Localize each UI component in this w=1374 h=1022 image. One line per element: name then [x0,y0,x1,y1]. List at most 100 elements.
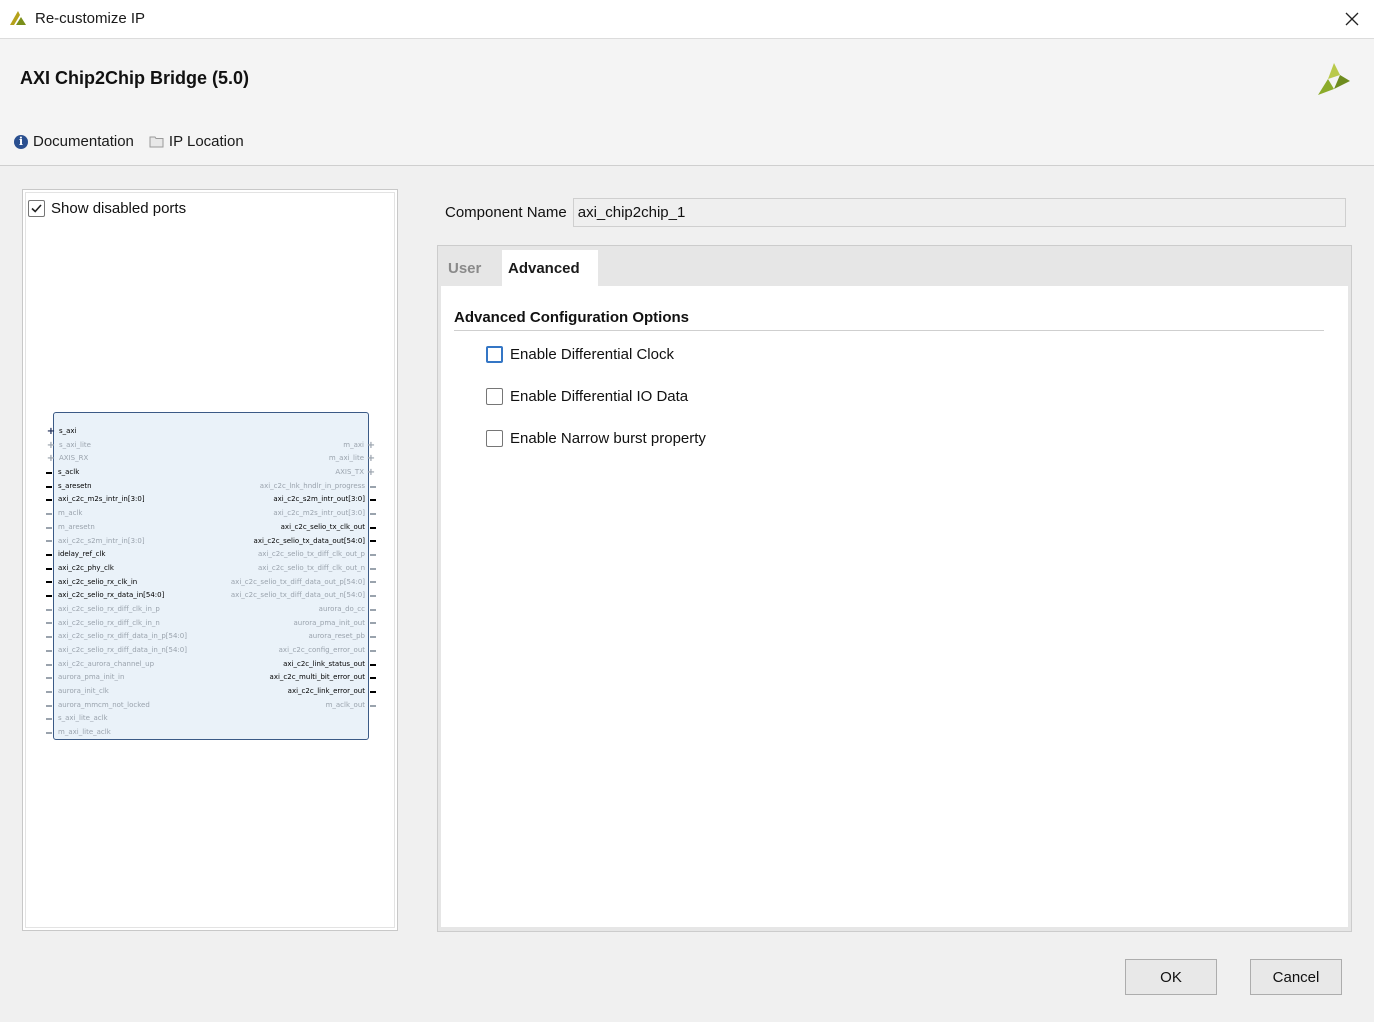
expand-bus-icon[interactable]: + [46,425,56,439]
port-label: aurora_pma_init_in [58,673,125,682]
checkbox-box[interactable] [28,200,45,217]
component-name-row: Component Name [445,198,1346,227]
port-label: m_axi_lite_aclk [58,728,111,737]
port-label: s_axi [59,427,77,435]
port-label: axi_c2c_s2m_intr_out[3:0] [273,495,365,504]
port-left-5: axi_c2c_m2s_intr_in[3:0] [46,493,187,507]
port-pin-icon [370,649,376,652]
port-right-12: axi_c2c_selio_tx_diff_data_out_n[54:0] [230,589,376,603]
port-label: axi_c2c_m2s_intr_out[3:0] [273,509,365,518]
port-label: axi_c2c_selio_rx_diff_data_in_n[54:0] [58,646,187,654]
port-pin-icon [370,704,376,707]
port-left-0: + s_axi [46,425,187,439]
show-disabled-ports-checkbox[interactable]: Show disabled ports [28,200,186,217]
port-pin-icon [46,499,52,502]
port-pin-icon [46,540,52,543]
window-title: Re-customize IP [35,10,146,27]
port-left-7: m_aresetn [46,521,187,535]
port-pin-icon [370,526,376,529]
component-name-label: Component Name [445,204,567,221]
close-icon [1345,12,1359,26]
port-pin-icon [46,731,52,734]
ok-button[interactable]: OK [1125,959,1217,995]
port-pin-icon [370,595,376,598]
tab-user[interactable]: User [448,250,481,286]
enable-differential-io-data-checkbox[interactable] [486,388,503,405]
port-pin-icon [46,567,52,570]
port-pin-icon [370,636,376,639]
port-pin-icon [370,622,376,625]
port-pin-icon [370,512,376,515]
port-left-9: idelay_ref_clk [46,548,187,562]
port-pin-icon [370,554,376,557]
port-label: s_aresetn [58,481,92,490]
port-label: axi_c2c_phy_clk [58,563,114,572]
vivado-app-icon [9,9,27,32]
expand-bus-icon[interactable]: + [366,452,376,466]
port-pin-icon [46,512,52,515]
documentation-link[interactable]: i Documentation [14,133,134,150]
port-left-3: s_aclk [46,466,187,480]
ip-location-link[interactable]: IP Location [149,133,244,150]
port-label: m_aclk_out [325,700,365,709]
port-pin-icon [46,608,52,611]
cancel-button[interactable]: Cancel [1250,959,1342,995]
port-pin-icon [370,608,376,611]
port-left-11: axi_c2c_selio_rx_clk_in [46,576,187,590]
enable-differential-clock-option[interactable]: Enable Differential Clock [486,346,674,363]
port-left-12: axi_c2c_selio_rx_data_in[54:0] [46,589,187,603]
port-right-6: axi_c2c_m2s_intr_out[3:0] [230,507,376,521]
port-label: axi_c2c_selio_tx_diff_data_out_n[54:0] [230,591,365,600]
expand-bus-icon[interactable]: + [46,439,56,453]
port-label: axi_c2c_link_status_out [283,659,365,668]
port-pin-icon [370,677,376,680]
enable-differential-io-data-label: Enable Differential IO Data [510,388,689,405]
port-right-15: aurora_reset_pb [230,630,376,644]
enable-differential-clock-checkbox[interactable] [486,346,503,363]
section-divider [454,330,1324,331]
port-pin-icon [46,663,52,666]
port-right-17: axi_c2c_link_status_out [230,658,376,672]
expand-bus-icon[interactable]: + [46,452,56,466]
component-name-input[interactable] [572,198,1346,227]
enable-narrow-burst-option[interactable]: Enable Narrow burst property [486,430,706,447]
port-left-2: + AXIS_RX [46,452,187,466]
port-label: m_aclk [58,509,83,518]
port-left-1: + s_axi_lite [46,439,187,453]
port-label: m_aresetn [58,522,95,531]
port-label: axi_c2c_link_error_out [287,687,365,696]
tab-advanced[interactable]: Advanced [502,250,598,286]
port-right-13: aurora_do_cc [230,603,376,617]
enable-differential-io-data-option[interactable]: Enable Differential IO Data [486,388,688,405]
port-label: axi_c2c_selio_rx_clk_in [58,577,138,586]
port-pin-icon [370,540,376,543]
port-label: s_axi_lite_aclk [58,714,108,723]
documentation-label: Documentation [33,133,134,150]
port-right-11: axi_c2c_selio_tx_diff_data_out_p[54:0] [230,576,376,590]
ip-header: AXI Chip2Chip Bridge (5.0) i Documentati… [0,39,1374,166]
expand-bus-icon[interactable]: + [366,466,376,480]
section-title: Advanced Configuration Options [454,309,689,326]
port-right-10: axi_c2c_selio_tx_diff_clk_out_n [230,562,376,576]
port-label: s_axi_lite [59,440,91,449]
port-label: aurora_init_clk [58,687,109,696]
enable-narrow-burst-checkbox[interactable] [486,430,503,447]
port-right-18: axi_c2c_multi_bit_error_out [230,671,376,685]
port-left-13: axi_c2c_selio_rx_diff_clk_in_p [46,603,187,617]
port-pin-icon [46,704,52,707]
port-label: axi_c2c_selio_rx_diff_data_in_p[54:0] [58,632,187,641]
port-label: axi_c2c_multi_bit_error_out [269,673,365,682]
ip-location-label: IP Location [168,133,244,150]
port-label: axi_c2c_selio_tx_diff_clk_out_p [257,550,365,559]
expand-bus-icon[interactable]: + [366,439,376,453]
port-label: axi_c2c_aurora_channel_up [58,659,155,668]
checkmark-icon [31,204,42,213]
port-label: idelay_ref_clk [58,550,106,559]
port-label: aurora_pma_init_out [293,618,366,627]
port-left-10: axi_c2c_phy_clk [46,562,187,576]
port-pin-icon [370,690,376,693]
port-left-18: aurora_pma_init_in [46,671,187,685]
close-button[interactable] [1330,0,1374,38]
port-label: m_axi_lite [328,454,364,463]
port-left-15: axi_c2c_selio_rx_diff_data_in_p[54:0] [46,630,187,644]
